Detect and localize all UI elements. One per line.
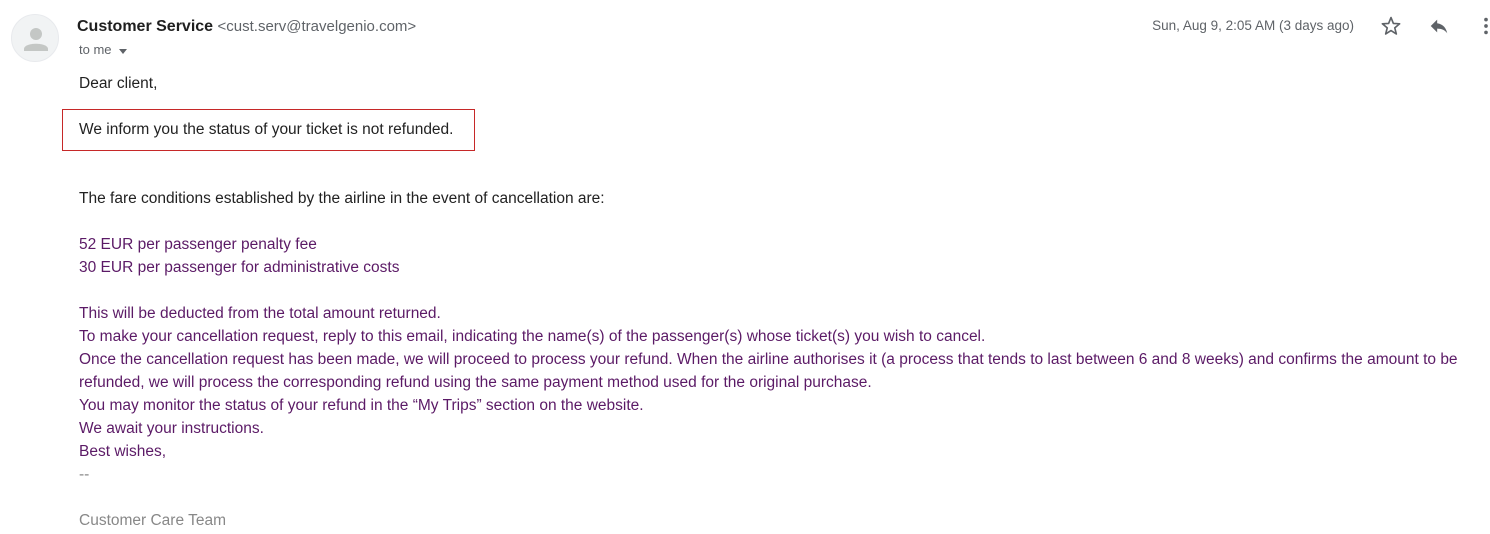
penalty-fee-line: 52 EUR per passenger penalty fee	[79, 236, 317, 253]
star-button[interactable]	[1377, 12, 1405, 40]
deduction-line: This will be deducted from the total amo…	[79, 305, 441, 322]
person-icon	[24, 28, 48, 51]
chevron-down-icon[interactable]	[118, 48, 127, 54]
monitor-status-line: You may monitor the status of your refun…	[79, 397, 644, 414]
reply-button[interactable]	[1425, 12, 1453, 40]
signature-team: Customer Care Team	[79, 512, 227, 529]
request-instructions-line: To make your cancellation request, reply…	[79, 328, 986, 345]
greeting: Dear client,	[79, 75, 158, 92]
await-instructions-line: We await your instructions.	[79, 420, 264, 437]
reply-icon	[1430, 19, 1448, 34]
highlighted-status-box: We inform you the status of your ticket …	[62, 109, 475, 151]
signature-separator: --	[79, 466, 90, 483]
to-label: to me	[79, 42, 112, 57]
refund-process-paragraph: Once the cancellation request has been m…	[79, 351, 1458, 391]
sender-email: <cust.serv@travelgenio.com>	[217, 18, 417, 35]
message-date: Sun, Aug 9, 2:05 AM (3 days ago)	[1152, 18, 1354, 33]
conditions-intro: The fare conditions established by the a…	[79, 190, 605, 207]
closing-line: Best wishes,	[79, 443, 167, 460]
recipients-toggle[interactable]: to me	[79, 41, 127, 59]
sender-name[interactable]: Customer Service	[77, 18, 213, 35]
star-icon	[1381, 16, 1401, 35]
refund-status-text: We inform you the status of your ticket …	[79, 121, 454, 138]
more-vert-icon	[1484, 17, 1488, 35]
sender-avatar[interactable]	[11, 14, 59, 62]
sender-line: Customer Service <cust.serv@travelgenio.…	[77, 17, 416, 37]
admin-fee-line: 30 EUR per passenger for administrative …	[79, 259, 400, 276]
more-options-button[interactable]	[1472, 12, 1490, 40]
